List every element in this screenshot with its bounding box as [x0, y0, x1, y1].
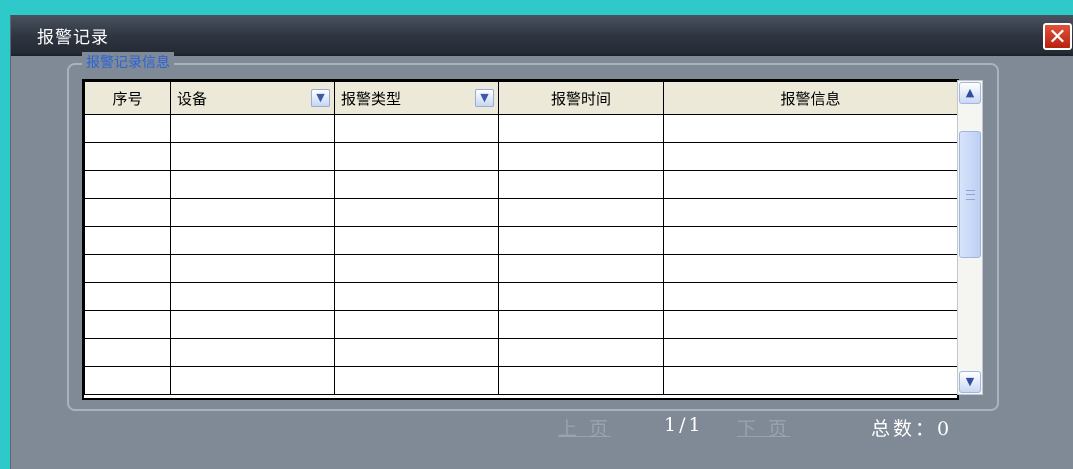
- table-cell[interactable]: [170, 142, 335, 171]
- table-row[interactable]: [84, 310, 957, 339]
- table-header-row: 序号 设备 ▼ 报警类型 ▼ 报警时间 报警信息: [84, 81, 957, 115]
- table-cell[interactable]: [84, 310, 171, 339]
- close-icon: ✕: [1048, 25, 1067, 50]
- table-cell[interactable]: [498, 114, 664, 143]
- column-header-index: 序号: [84, 81, 171, 115]
- table-cell[interactable]: [498, 226, 664, 255]
- chevron-down-icon[interactable]: ▼: [311, 89, 330, 107]
- table-row[interactable]: [84, 366, 957, 395]
- table-row[interactable]: [84, 226, 957, 255]
- table-cell[interactable]: [498, 282, 664, 311]
- group-label: 报警记录信息: [82, 52, 174, 72]
- table-cell[interactable]: [334, 254, 499, 283]
- table-row[interactable]: [84, 114, 957, 143]
- column-header-label: 设备: [177, 89, 208, 108]
- table-cell[interactable]: [84, 142, 171, 171]
- alarm-table: 序号 设备 ▼ 报警类型 ▼ 报警时间 报警信息: [82, 79, 959, 400]
- table-cell[interactable]: [498, 338, 664, 367]
- table-cell[interactable]: [84, 198, 171, 227]
- column-header-device-filter[interactable]: 设备 ▼: [170, 81, 335, 115]
- table-row[interactable]: [84, 198, 957, 227]
- table-cell[interactable]: [170, 282, 335, 311]
- table-cell[interactable]: [334, 142, 499, 171]
- table-cell[interactable]: [663, 114, 957, 143]
- table-cell[interactable]: [498, 142, 664, 171]
- table-cell[interactable]: [663, 282, 957, 311]
- table-cell[interactable]: [663, 170, 957, 199]
- table-cell[interactable]: [663, 198, 957, 227]
- prev-page-link[interactable]: 上 页: [558, 414, 611, 441]
- title-bar[interactable]: 报警记录 ✕: [11, 15, 1073, 56]
- table-cell[interactable]: [170, 366, 335, 395]
- table-cell[interactable]: [170, 254, 335, 283]
- table-cell[interactable]: [334, 198, 499, 227]
- column-header-alarm-info[interactable]: 报警信息: [663, 81, 957, 115]
- table-cell[interactable]: [334, 114, 499, 143]
- table-cell[interactable]: [84, 282, 171, 311]
- arrow-up-icon: ▲: [965, 86, 975, 99]
- table-cell[interactable]: [334, 170, 499, 199]
- table-cell[interactable]: [334, 366, 499, 395]
- scrollbar-thumb[interactable]: [959, 131, 981, 258]
- page-indicator: 1/1: [664, 414, 704, 436]
- table-cell[interactable]: [84, 170, 171, 199]
- table-cell[interactable]: [663, 142, 957, 171]
- table-cell[interactable]: [334, 310, 499, 339]
- table-cell[interactable]: [84, 254, 171, 283]
- table-row[interactable]: [84, 254, 957, 283]
- table-row[interactable]: [84, 338, 957, 367]
- next-page-link[interactable]: 下 页: [737, 414, 790, 441]
- table-cell[interactable]: [498, 198, 664, 227]
- table-cell[interactable]: [170, 338, 335, 367]
- table-cell[interactable]: [334, 338, 499, 367]
- table-cell[interactable]: [170, 310, 335, 339]
- table-row[interactable]: [84, 142, 957, 171]
- table-cell[interactable]: [170, 114, 335, 143]
- arrow-down-icon: ▼: [965, 375, 975, 388]
- table-cell[interactable]: [663, 226, 957, 255]
- window-title: 报警记录: [37, 28, 109, 48]
- table-cell[interactable]: [84, 338, 171, 367]
- table-cell[interactable]: [170, 226, 335, 255]
- table-cell[interactable]: [84, 226, 171, 255]
- table-cell[interactable]: [663, 254, 957, 283]
- column-header-label: 报警类型: [341, 89, 402, 108]
- column-header-alarm-time[interactable]: 报警时间: [498, 81, 664, 115]
- close-button[interactable]: ✕: [1043, 23, 1072, 50]
- table-cell[interactable]: [663, 310, 957, 339]
- table-cell[interactable]: [170, 198, 335, 227]
- table-cell[interactable]: [498, 310, 664, 339]
- table-cell[interactable]: [334, 226, 499, 255]
- table-cell[interactable]: [498, 170, 664, 199]
- vertical-scrollbar[interactable]: ▲ ▼: [957, 80, 983, 395]
- table-row[interactable]: [84, 170, 957, 199]
- table-cell[interactable]: [498, 254, 664, 283]
- grip-icon: [966, 190, 975, 200]
- scroll-down-button[interactable]: ▼: [959, 371, 981, 393]
- column-header-alarm-type-filter[interactable]: 报警类型 ▼: [334, 81, 499, 115]
- table-row[interactable]: [84, 282, 957, 311]
- total-count: 总数：0: [871, 418, 953, 440]
- table-cell[interactable]: [84, 366, 171, 395]
- table-cell[interactable]: [498, 366, 664, 395]
- table-cell[interactable]: [170, 170, 335, 199]
- chevron-down-icon[interactable]: ▼: [475, 89, 494, 107]
- scroll-up-button[interactable]: ▲: [959, 82, 981, 104]
- table-cell[interactable]: [663, 366, 957, 395]
- table-cell[interactable]: [334, 282, 499, 311]
- table-cell[interactable]: [84, 114, 171, 143]
- table-cell[interactable]: [663, 338, 957, 367]
